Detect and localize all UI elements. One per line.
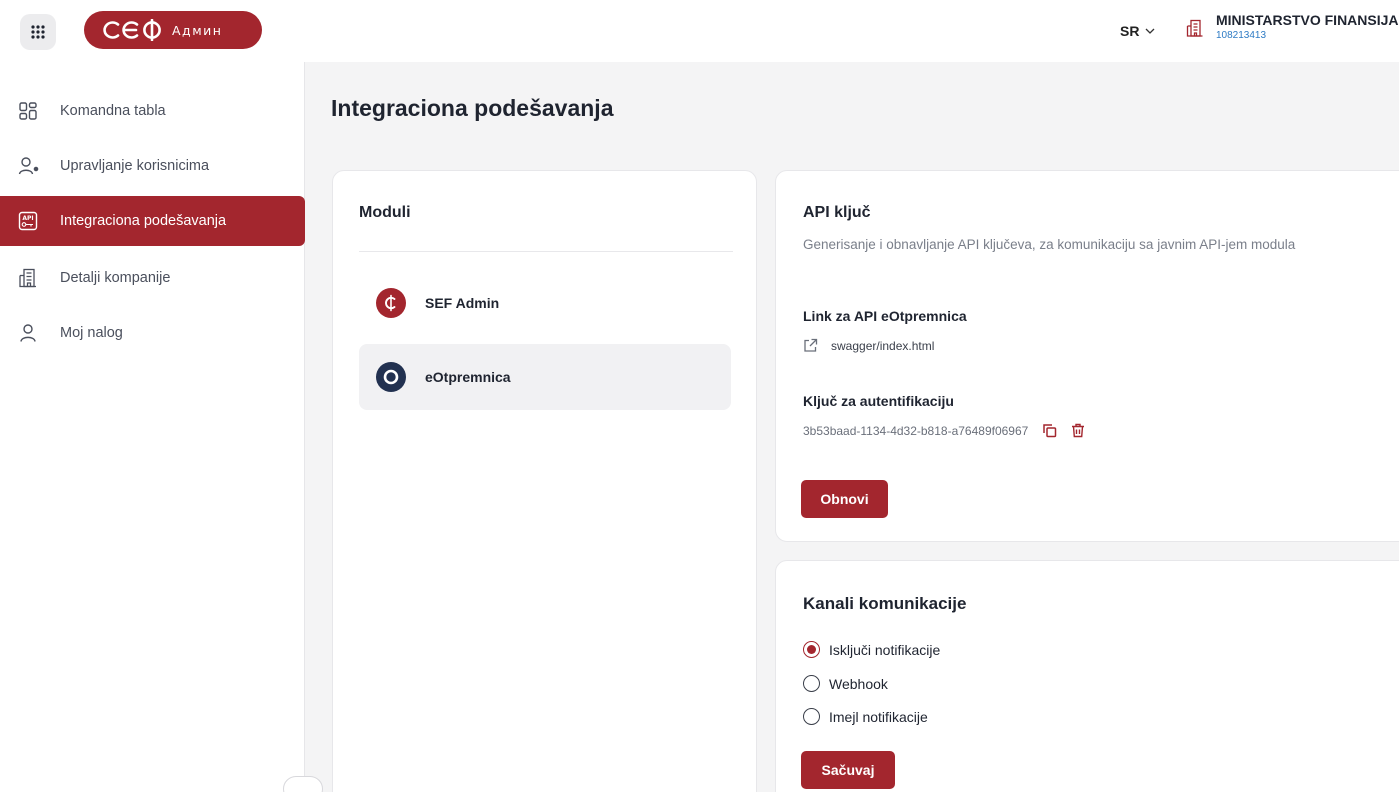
- apps-grid-button[interactable]: [20, 14, 56, 50]
- radio-email-notifications[interactable]: Imejl notifikacije: [803, 708, 928, 725]
- radio-label: Imejl notifikacije: [829, 708, 928, 725]
- user-icon: [18, 323, 44, 343]
- sidebar-item-label: Upravljanje korisnicima: [60, 158, 210, 174]
- sidebar-item-dashboard[interactable]: Komandna tabla: [0, 87, 305, 135]
- sef-logo-icon: [101, 19, 163, 41]
- language-code: SR: [1120, 23, 1140, 39]
- sidebar-item-label: Moj nalog: [60, 325, 123, 341]
- radio-label: Webhook: [829, 675, 888, 692]
- module-item-sef-admin[interactable]: SEF Admin: [359, 270, 731, 336]
- sidebar-item-label: Detalji kompanije: [60, 270, 171, 286]
- auth-key-label: Ključ za autentifikaciju: [803, 393, 954, 409]
- sef-logo-icon: [376, 288, 406, 318]
- chevron-down-icon: [1145, 28, 1155, 34]
- auth-key-value: 3b53baad-1134-4d32-b818-a76489f06967: [803, 423, 1029, 438]
- api-key-title: API ključ: [803, 204, 871, 221]
- logo-admin-text: Админ: [172, 22, 223, 38]
- radio-button[interactable]: [803, 641, 820, 658]
- radio-label: Isključi notifikacije: [829, 641, 941, 658]
- building-icon: [18, 268, 44, 288]
- company-name: MINISTARSTVO FINANSIJA: [1216, 12, 1399, 28]
- sidebar-item-company-details[interactable]: Detalji kompanije: [0, 254, 305, 302]
- channels-title: Kanali komunikacije: [803, 594, 967, 613]
- swagger-link-text: swagger/index.html: [831, 338, 935, 353]
- svg-text:API: API: [22, 215, 33, 222]
- swagger-link[interactable]: swagger/index.html: [803, 338, 934, 353]
- page-title: Integraciona podešavanja: [331, 95, 614, 121]
- api-key-icon: API: [18, 211, 44, 231]
- divider: [359, 251, 733, 252]
- radio-button[interactable]: [803, 675, 820, 692]
- modules-title: Moduli: [359, 204, 411, 221]
- building-icon: [1186, 19, 1204, 42]
- modules-card: Moduli SEF Admin eOtpremnica: [332, 170, 757, 792]
- module-name: eOtpremnica: [425, 369, 511, 385]
- sidebar-item-my-account[interactable]: Moj nalog: [0, 309, 305, 357]
- dashboard-icon: [18, 101, 44, 121]
- api-link-label: Link za API eOtpremnica: [803, 308, 967, 324]
- auth-key-row: 3b53baad-1134-4d32-b818-a76489f06967: [803, 423, 1085, 438]
- save-button[interactable]: Sačuvaj: [801, 751, 895, 789]
- grid-icon: [31, 25, 45, 39]
- radio-webhook[interactable]: Webhook: [803, 675, 888, 692]
- communication-channels-card: Kanali komunikacije Isključi notifikacij…: [775, 560, 1399, 792]
- eotpremnica-logo-icon: [376, 362, 406, 392]
- sidebar: Komandna tabla Upravljanje korisnicima A…: [0, 62, 305, 792]
- users-icon: [18, 156, 44, 176]
- trash-icon[interactable]: [1071, 423, 1085, 438]
- top-header: Админ SR MINISTARSTVO FINANSIJA 10821341…: [0, 0, 1399, 62]
- sidebar-item-users[interactable]: Upravljanje korisnicima: [0, 142, 305, 190]
- company-id: 108213413: [1216, 30, 1267, 41]
- sidebar-collapse-handle[interactable]: [283, 776, 323, 792]
- external-link-icon: [804, 338, 818, 352]
- language-selector[interactable]: SR: [1120, 23, 1155, 39]
- module-item-eotpremnica[interactable]: eOtpremnica: [359, 344, 731, 410]
- sef-admin-logo[interactable]: Админ: [84, 11, 262, 49]
- sidebar-item-label: Komandna tabla: [60, 103, 166, 119]
- radio-button[interactable]: [803, 708, 820, 725]
- sidebar-item-label: Integraciona podešavanja: [60, 213, 227, 229]
- renew-button[interactable]: Obnovi: [801, 480, 888, 518]
- company-switcher[interactable]: MINISTARSTVO FINANSIJA 108213413: [1186, 12, 1399, 42]
- api-key-description: Generisanje i obnavljanje API ključeva, …: [803, 237, 1296, 252]
- sidebar-item-integration-settings[interactable]: API Integraciona podešavanja: [0, 196, 305, 246]
- copy-icon[interactable]: [1042, 423, 1057, 438]
- api-key-card: API ključ Generisanje i obnavljanje API …: [775, 170, 1399, 542]
- radio-disable-notifications[interactable]: Isključi notifikacije: [803, 641, 940, 658]
- module-name: SEF Admin: [425, 295, 500, 311]
